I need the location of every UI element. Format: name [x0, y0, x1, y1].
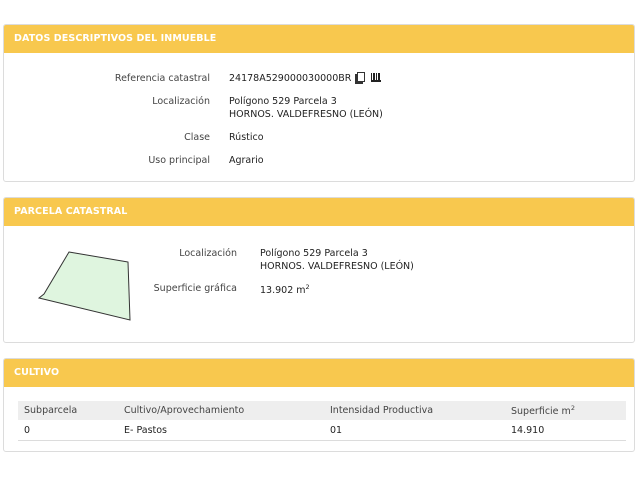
cell-cultivo: E- Pastos [118, 420, 324, 441]
table-row: 0 E- Pastos 01 14.910 [18, 420, 626, 441]
superficie-grafica-label: Superficie gráfica [153, 283, 237, 294]
col-subparcela: Subparcela [18, 401, 118, 420]
superficie-grafica-value: 13.902 m2 [260, 281, 310, 297]
superficie-grafica-exp: 2 [305, 283, 310, 291]
col-cultivo: Cultivo/Aprovechamiento [118, 401, 324, 420]
ref-catastral-value: 24178A529000030000BR [229, 73, 352, 84]
superficie-grafica-number: 13.902 m [260, 285, 306, 297]
localizacion-line2: HORNOS. VALDEFRESNO (LEÓN) [229, 109, 383, 120]
parcela-catastral-panel: PARCELA CATASTRAL Localización Polígono … [3, 197, 635, 343]
uso-principal-label: Uso principal [148, 155, 210, 166]
datos-descriptivos-panel: DATOS DESCRIPTIVOS DEL INMUEBLE Referenc… [3, 24, 635, 182]
cell-intensidad: 01 [324, 420, 505, 441]
parcela-localizacion-value: Polígono 529 Parcela 3 HORNOS. VALDEFRES… [260, 247, 414, 273]
uso-principal-value: Agrario [229, 155, 264, 166]
col-superficie-exp: 2 [570, 403, 575, 412]
cultivo-table: Subparcela Cultivo/Aprovechamiento Inten… [18, 401, 626, 441]
copy-icon[interactable] [355, 72, 366, 84]
ref-catastral-row: 24178A529000030000BR [229, 72, 382, 85]
cultivo-header: CULTIVO [4, 359, 634, 387]
col-superficie: Superficie m2 [505, 401, 626, 420]
parcela-catastral-header: PARCELA CATASTRAL [4, 198, 634, 226]
parcela-localizacion-line2: HORNOS. VALDEFRESNO (LEÓN) [260, 261, 414, 272]
col-superficie-label: Superficie m [511, 406, 571, 418]
clase-label: Clase [184, 132, 210, 143]
ref-catastral-label: Referencia catastral [114, 73, 210, 84]
cell-superficie: 14.910 [505, 420, 626, 441]
localizacion-label: Localización [152, 96, 210, 107]
parcela-localizacion-line1: Polígono 529 Parcela 3 [260, 248, 368, 259]
datos-descriptivos-header: DATOS DESCRIPTIVOS DEL INMUEBLE [4, 25, 634, 53]
cultivo-header-row: Subparcela Cultivo/Aprovechamiento Inten… [18, 401, 626, 420]
col-intensidad: Intensidad Productiva [324, 401, 505, 420]
localizacion-line1: Polígono 529 Parcela 3 [229, 96, 337, 107]
clase-value: Rústico [229, 132, 264, 143]
cultivo-panel: CULTIVO Subparcela Cultivo/Aprovechamien… [3, 358, 635, 452]
localizacion-value: Polígono 529 Parcela 3 HORNOS. VALDEFRES… [229, 95, 383, 121]
cell-subparcela: 0 [18, 420, 118, 441]
barcode-icon[interactable] [371, 73, 382, 82]
parcela-localizacion-label: Localización [179, 248, 237, 259]
